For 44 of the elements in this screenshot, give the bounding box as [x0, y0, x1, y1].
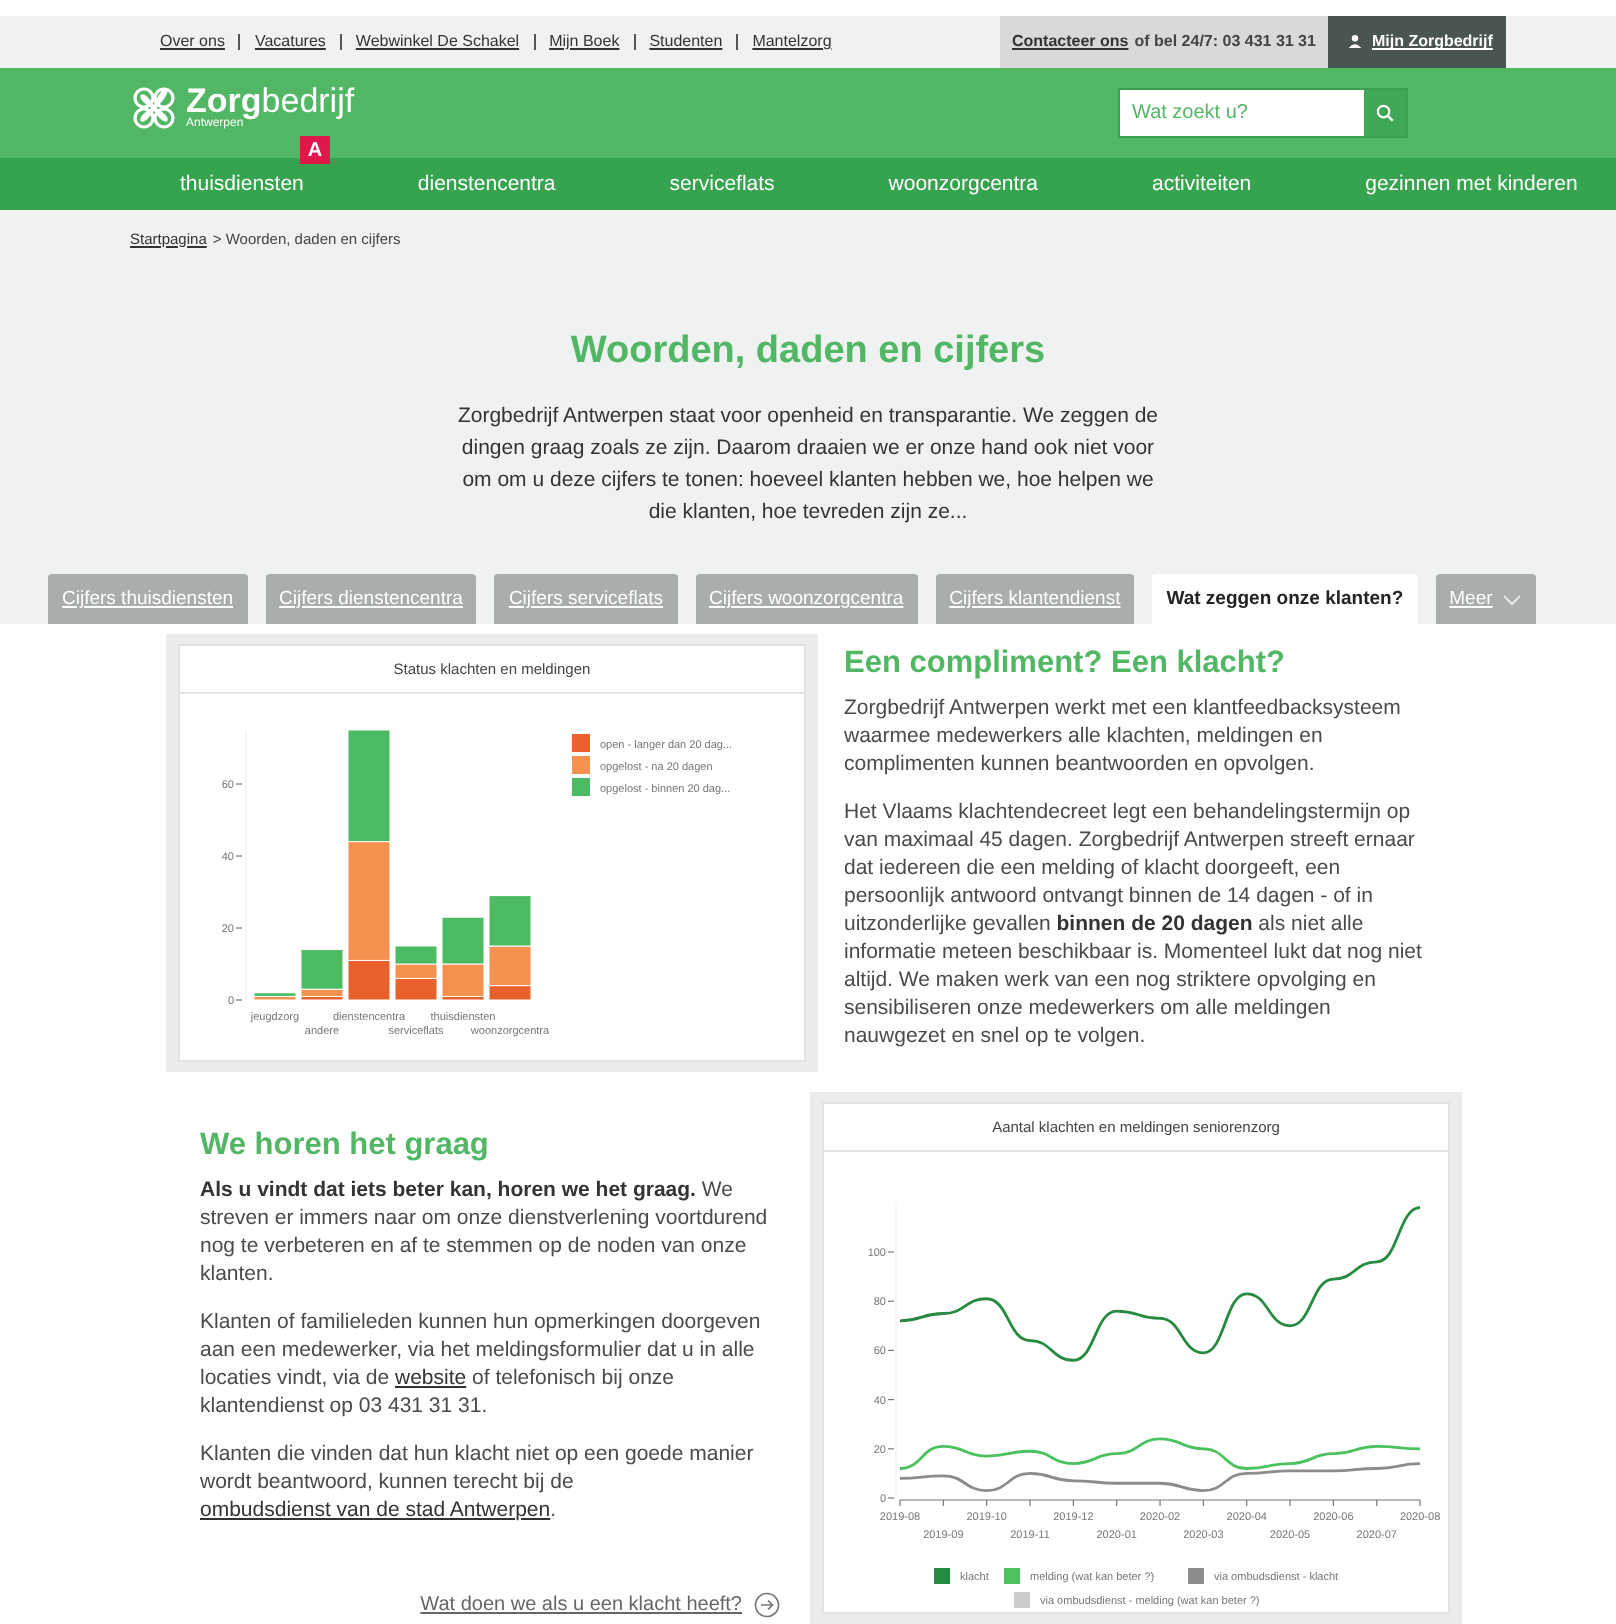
legend-swatch: [1014, 1592, 1030, 1609]
section-heading: Een compliment? Een klacht?: [844, 646, 1287, 683]
bar-segment: [488, 895, 532, 947]
chevron-down-icon: [1502, 593, 1523, 606]
paragraph: Als u vindt dat iets beter kan, horen we het graag. We streven er immers naar om onze dienstverlening voortdurend nog te verbeteren en af te stemmen op de noden van onze klanten.: [200, 1176, 770, 1289]
clover-logo-icon: [130, 84, 178, 133]
nav-item[interactable]: activiteiten: [1152, 171, 1252, 196]
top-link[interactable]: Mijn Boek: [533, 33, 634, 50]
complaint-info-link[interactable]: Wat doen we als u een klacht heeft?: [420, 1592, 780, 1619]
paragraph: Klanten of familieleden kunnen hun opmerkingen doorgeven aan een medewerker, via het meldingsformulier dat u in alle locaties vindt, via de website of telefonisch bij onze klantendienst op 03 431 31 31.: [200, 1308, 763, 1421]
legend-swatch: [1004, 1568, 1020, 1585]
top-link[interactable]: Vacatures: [238, 33, 340, 50]
nav-item[interactable]: gezinnen met kinderen: [1365, 171, 1578, 196]
account-button[interactable]: Mijn Zorgbedrijf: [1327, 16, 1507, 68]
user-icon: [1347, 34, 1362, 49]
nav-item[interactable]: thuisdiensten: [180, 171, 304, 196]
arrow-circle-icon: [754, 1592, 780, 1619]
phone-text: of bel 24/7: 03 431 31 31: [1134, 32, 1316, 51]
nav-item[interactable]: serviceflats: [669, 171, 775, 196]
nav-item[interactable]: dienstencentra: [417, 171, 556, 196]
paragraph: Het Vlaams klachtendecreet legt een behandelingstermijn op van maximaal 45 dagen. Zorgbedrijf Antwerpen streeft ernaar dat iedereen die een melding of klacht doorgeeft, een persoonlijk antwoord ontvangt binnen de 14 dagen - of in uitzonderlijke gevallen binnen de 20 dagen als niet alle informatie meteen beschikbaar is. Momenteel lukt dat nog niet altijd. We maken werk van een nog striktere opvolging en sensibiliseren onze medewerkers om alle meldingen nauwgezet en snel op te volgen.: [844, 798, 1424, 1051]
top-link[interactable]: Studenten: [633, 33, 737, 50]
bar-segment: [394, 945, 438, 965]
logo-name: Zorgbedrijf: [186, 84, 355, 119]
paragraph: Klanten die vinden dat hun klacht niet op een goede manier wordt beantwoord, kunnen terecht bij de ombudsdienst van de stad Antwerpen.: [200, 1440, 756, 1525]
tab[interactable]: Wat zeggen onze klanten?: [1152, 574, 1418, 625]
bar-segment: [347, 729, 391, 843]
top-link[interactable]: Webwinkel De Schakel: [339, 33, 534, 50]
text-link[interactable]: ombudsdienst van de stad Antwerpen: [200, 1498, 551, 1523]
nav-item[interactable]: woonzorgcentra: [888, 171, 1039, 196]
legend-swatch: [934, 1568, 950, 1585]
legend-swatch: [572, 734, 590, 753]
section-heading: We horen het graag: [200, 1128, 491, 1165]
page-title: Woorden, daden en cijfers: [568, 329, 1048, 374]
legend-swatch: [1188, 1568, 1204, 1585]
intro-text: Zorgbedrijf Antwerpen staat voor openheid en transparantie. We zeggen de dingen graag zoals ze zijn. Daarom draaien we er onze hand ook niet voor om om u deze cijfers te tonen: hoeveel klanten hebben we, hoe helpen we die klanten, hoe tevreden zijn ze...: [455, 401, 1161, 528]
city-badge: A: [300, 136, 330, 165]
legend-swatch: [572, 756, 590, 775]
legend-swatch: [572, 778, 590, 797]
text-link[interactable]: website: [394, 1366, 467, 1391]
contact-link[interactable]: Contacteer ons: [1012, 32, 1129, 51]
top-link[interactable]: Over ons: [160, 33, 239, 50]
top-link[interactable]: Mantelzorg: [736, 33, 846, 50]
paragraph: Zorgbedrijf Antwerpen werkt met een klantfeedbacksysteem waarmee medewerkers alle klachten, meldingen en complimenten kunnen beantwoorden en opvolgen.: [844, 694, 1403, 779]
